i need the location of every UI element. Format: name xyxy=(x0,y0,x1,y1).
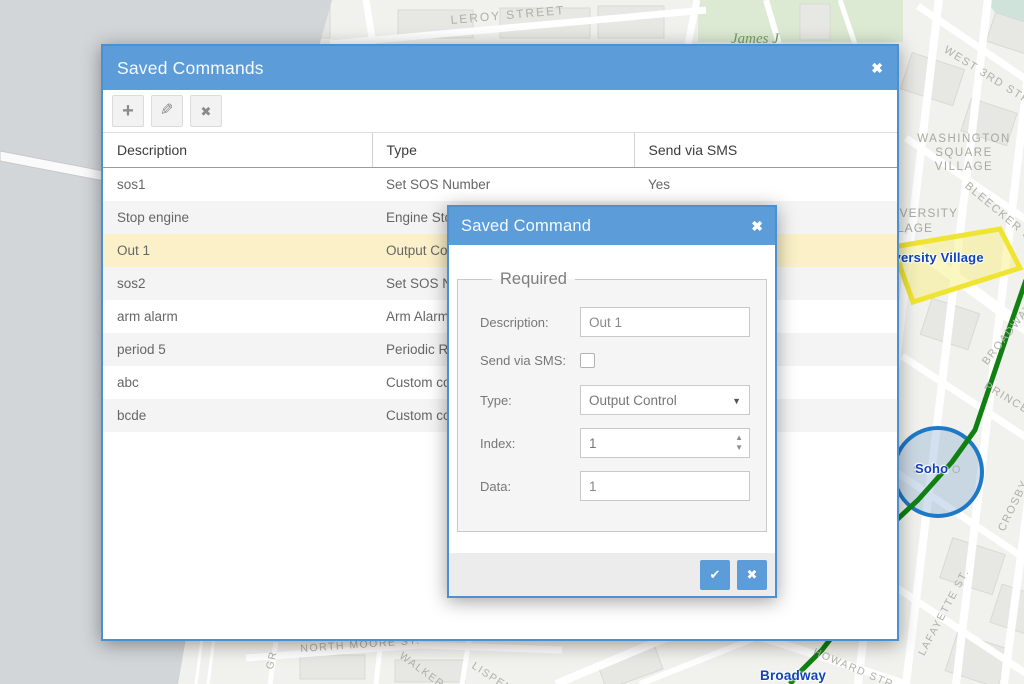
index-stepper[interactable]: 1 ▲ ▼ xyxy=(580,428,750,458)
description-field-row: Description: xyxy=(480,307,766,337)
cell-type[interactable]: Set SOS Number xyxy=(372,168,634,202)
type-select[interactable]: Output Control ▼ xyxy=(580,385,750,415)
cell-description[interactable]: sos1 xyxy=(103,168,372,202)
type-field-row: Type: Output Control ▼ xyxy=(480,385,766,415)
data-field-row: Data: xyxy=(480,471,766,501)
description-input[interactable] xyxy=(580,307,750,337)
spin-down-icon[interactable]: ▼ xyxy=(735,443,743,453)
delete-icon: ✖ xyxy=(201,105,212,118)
table-header-row: Description Type Send via SMS xyxy=(103,133,897,168)
close-icon[interactable]: ✖ xyxy=(751,219,763,233)
saved-command-dialog: Saved Command ✖ Required Description: Se… xyxy=(447,205,777,598)
cell-description[interactable]: abc xyxy=(103,366,372,399)
saved-command-dialog-header[interactable]: Saved Command ✖ xyxy=(449,207,775,245)
description-label: Description: xyxy=(480,315,580,330)
column-header-type[interactable]: Type xyxy=(372,133,634,168)
pencil-icon: ✎ xyxy=(160,103,173,119)
required-legend: Required xyxy=(492,270,575,289)
geofence-label-soho[interactable]: Soho xyxy=(915,461,948,476)
saved-commands-dialog-header[interactable]: Saved Commands ✖ xyxy=(103,46,897,90)
confirm-button[interactable]: ✔ xyxy=(700,560,730,590)
spin-up-icon[interactable]: ▲ xyxy=(735,433,743,443)
type-label: Type: xyxy=(480,393,580,408)
chevron-down-icon: ▼ xyxy=(732,396,741,406)
index-stepper-value: 1 xyxy=(589,436,597,451)
type-select-value: Output Control xyxy=(589,393,677,408)
column-header-description[interactable]: Description xyxy=(103,133,372,168)
geofence-label-broadway[interactable]: Broadway xyxy=(760,668,826,683)
cell-description[interactable]: sos2 xyxy=(103,267,372,300)
app-viewport: LEROY STREET James J WEST 3RD STREET WAS… xyxy=(0,0,1024,684)
cancel-button[interactable]: ✖ xyxy=(737,560,767,590)
send-via-sms-field-row: Send via SMS: xyxy=(480,350,766,370)
add-command-button[interactable]: + xyxy=(112,95,144,127)
close-icon[interactable]: ✖ xyxy=(871,61,883,75)
index-field-row: Index: 1 ▲ ▼ xyxy=(480,428,766,458)
cell-description[interactable]: bcde xyxy=(103,399,372,432)
send-via-sms-checkbox[interactable] xyxy=(580,353,595,368)
cell-sms[interactable]: Yes xyxy=(634,168,897,202)
commands-toolbar: + ✎ ✖ xyxy=(103,90,897,133)
cancel-x-icon: ✖ xyxy=(747,567,758,583)
cell-description[interactable]: Stop engine xyxy=(103,201,372,234)
plus-icon: + xyxy=(122,101,134,121)
edit-command-button[interactable]: ✎ xyxy=(151,95,183,127)
index-label: Index: xyxy=(480,436,580,451)
saved-commands-dialog-title: Saved Commands xyxy=(117,58,264,79)
column-header-send-via-sms[interactable]: Send via SMS xyxy=(634,133,897,168)
send-via-sms-label: Send via SMS: xyxy=(480,353,580,368)
data-label: Data: xyxy=(480,479,580,494)
cell-description[interactable]: Out 1 xyxy=(103,234,372,267)
cell-description[interactable]: period 5 xyxy=(103,333,372,366)
saved-command-dialog-title: Saved Command xyxy=(461,217,591,236)
data-input[interactable] xyxy=(580,471,750,501)
saved-command-dialog-footer: ✔ ✖ xyxy=(449,553,775,596)
required-fieldset: Required Description: Send via SMS: Type… xyxy=(457,270,767,532)
checkmark-icon: ✔ xyxy=(710,567,721,583)
cell-description[interactable]: arm alarm xyxy=(103,300,372,333)
delete-command-button[interactable]: ✖ xyxy=(190,95,222,127)
saved-command-dialog-body: Required Description: Send via SMS: Type… xyxy=(449,245,775,553)
table-row[interactable]: sos1Set SOS NumberYes xyxy=(103,168,897,202)
